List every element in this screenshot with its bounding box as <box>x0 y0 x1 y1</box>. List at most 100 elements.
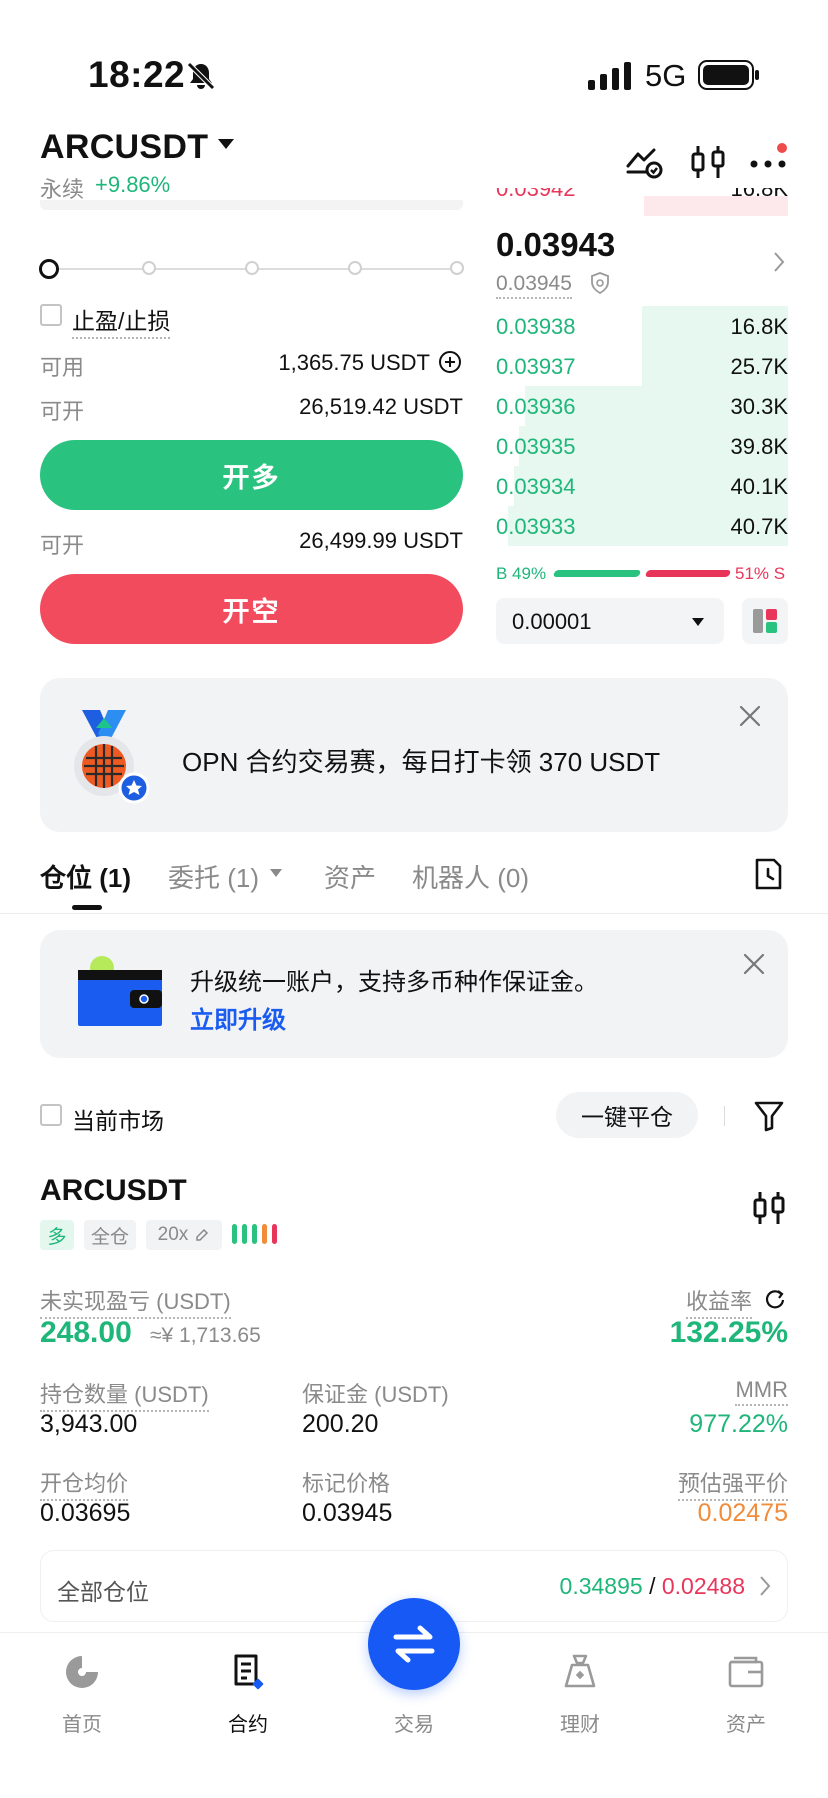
bid-row[interactable]: 0.03934 40.1K <box>496 466 788 506</box>
price-alert-icon[interactable] <box>624 142 664 182</box>
battery-icon <box>698 60 759 90</box>
side-tag: 多 <box>40 1220 74 1250</box>
caret-down-icon <box>692 618 704 626</box>
tab-assets[interactable]: 资产 <box>324 858 376 895</box>
mark-price-label: 标记价格 <box>302 1471 391 1496</box>
margin-value: 200.20 <box>302 1410 379 1438</box>
bid-qty: 30.3K <box>730 394 789 419</box>
precision-value: 0.00001 <box>512 609 592 634</box>
position-symbol[interactable]: ARCUSDT <box>40 1174 187 1208</box>
sell-ratio-bar <box>644 570 732 577</box>
book-layout-button[interactable] <box>742 598 788 644</box>
nav-trade-label[interactable]: 交易 <box>368 1708 460 1737</box>
bid-row[interactable]: 0.03933 40.7K <box>496 506 788 546</box>
tab-orders[interactable]: 委托 (1) <box>168 858 259 895</box>
bid-row[interactable]: 0.03936 30.3K <box>496 386 788 426</box>
close-all-button[interactable]: 一键平仓 <box>556 1092 698 1138</box>
margin-mode-tag: 全仓 <box>84 1220 136 1250</box>
earn-icon <box>564 1654 596 1688</box>
buy-ratio-bar <box>552 570 642 577</box>
nav-assets[interactable]: 资产 <box>691 1652 801 1737</box>
precision-select[interactable]: 0.00001 <box>496 598 724 644</box>
candlestick-chart-icon[interactable] <box>752 1190 786 1226</box>
nav-futures[interactable]: 合约 <box>193 1652 303 1737</box>
swap-icon <box>393 1625 435 1663</box>
roe-label[interactable]: 收益率 <box>685 1284 752 1319</box>
risk-bar <box>242 1224 247 1244</box>
more-icon[interactable] <box>748 142 788 182</box>
upgrade-now-link[interactable]: 立即升级 <box>190 1000 286 1035</box>
filter-icon[interactable] <box>754 1100 784 1132</box>
available-value: 1,365.75 USDT <box>278 350 430 375</box>
nav-earn[interactable]: 理财 <box>525 1652 635 1737</box>
candlestick-chart-icon[interactable] <box>688 142 728 182</box>
risk-bar <box>252 1224 257 1244</box>
risk-bar <box>262 1224 267 1244</box>
mmr-value: 977.22% <box>689 1410 788 1438</box>
tpsl-label[interactable]: 止盈/止损 <box>72 302 171 339</box>
home-icon <box>66 1656 98 1688</box>
close-icon[interactable] <box>742 952 766 976</box>
max-open-short-value: 26,499.99 USDT <box>299 528 463 553</box>
upnl-cny: ≈¥ 1,713.65 <box>150 1324 261 1347</box>
size-label[interactable]: 持仓数量 (USDT) <box>40 1377 209 1412</box>
form-top-fade <box>40 200 463 210</box>
refresh-icon[interactable] <box>764 1288 786 1310</box>
tab-bots[interactable]: 机器人 (0) <box>412 858 529 895</box>
caret-down-icon[interactable] <box>270 869 282 877</box>
price-change: +9.86% <box>95 172 171 197</box>
slider-step[interactable] <box>450 261 464 275</box>
available-label: 可用 <box>40 355 85 380</box>
size-value: 3,943.00 <box>40 1410 138 1438</box>
mmr-label[interactable]: MMR <box>735 1377 788 1406</box>
caret-down-icon[interactable] <box>218 139 234 149</box>
sell-ratio: 51% S <box>735 564 786 583</box>
mark-price-value: 0.03945 <box>302 1499 393 1527</box>
current-market-label[interactable]: 当前市场 <box>72 1102 164 1136</box>
leverage-tag[interactable]: 20x <box>146 1220 222 1250</box>
bid-row[interactable]: 0.03937 25.7K <box>496 346 788 386</box>
open-long-button[interactable]: 开多 <box>40 440 463 510</box>
ask-row-partial[interactable]: 0.03942 16.8K <box>496 188 788 202</box>
shield-icon <box>591 272 609 294</box>
slider-step[interactable] <box>245 261 259 275</box>
ask-qty: 16.8K <box>730 188 789 201</box>
bid-qty: 39.8K <box>730 434 789 459</box>
slider-handle[interactable] <box>39 259 59 279</box>
slider-step[interactable] <box>348 261 362 275</box>
liq-price-label[interactable]: 预估强平价 <box>677 1466 788 1501</box>
nav-home[interactable]: 首页 <box>27 1652 137 1737</box>
last-price[interactable]: 0.03943 <box>496 226 615 264</box>
tpsl-checkbox[interactable] <box>40 304 62 326</box>
tab-positions[interactable]: 仓位 (1) <box>40 858 131 895</box>
trophy-medal-icon <box>74 710 150 804</box>
bid-price: 0.03934 <box>496 474 576 499</box>
add-circle-icon[interactable] <box>438 350 462 374</box>
open-short-button[interactable]: 开空 <box>40 574 463 644</box>
network-type: 5G <box>645 58 687 93</box>
book-layout-icon <box>753 609 777 633</box>
edit-icon <box>196 1228 209 1241</box>
separator: / <box>649 1573 656 1599</box>
chevron-right-icon[interactable] <box>772 250 786 274</box>
upgrade-text: 升级统一账户，支持多币种作保证金。 <box>190 969 598 996</box>
upnl-value: 248.00 <box>40 1316 132 1349</box>
max-open-long-value: 26,519.42 USDT <box>299 394 463 419</box>
bid-row[interactable]: 0.03935 39.8K <box>496 426 788 466</box>
current-market-checkbox[interactable] <box>40 1104 62 1126</box>
bid-row[interactable]: 0.03938 16.8K <box>496 306 788 346</box>
status-time: 18:22 <box>88 54 186 95</box>
risk-bar <box>272 1224 277 1244</box>
roe-value: 132.25% <box>669 1316 788 1349</box>
slider-step[interactable] <box>142 261 156 275</box>
close-icon[interactable] <box>738 704 762 728</box>
mark-price[interactable]: 0.03945 <box>496 272 572 299</box>
nav-earn-label: 理财 <box>560 1714 600 1736</box>
symbol-selector[interactable]: ARCUSDT <box>40 128 208 167</box>
nav-assets-label: 资产 <box>726 1714 766 1736</box>
leverage-value: 20x <box>157 1224 189 1245</box>
trade-button[interactable] <box>368 1598 460 1690</box>
upnl-label[interactable]: 未实现盈亏 (USDT) <box>40 1284 231 1319</box>
entry-price-label[interactable]: 开仓均价 <box>40 1466 129 1501</box>
history-icon[interactable] <box>752 857 784 891</box>
